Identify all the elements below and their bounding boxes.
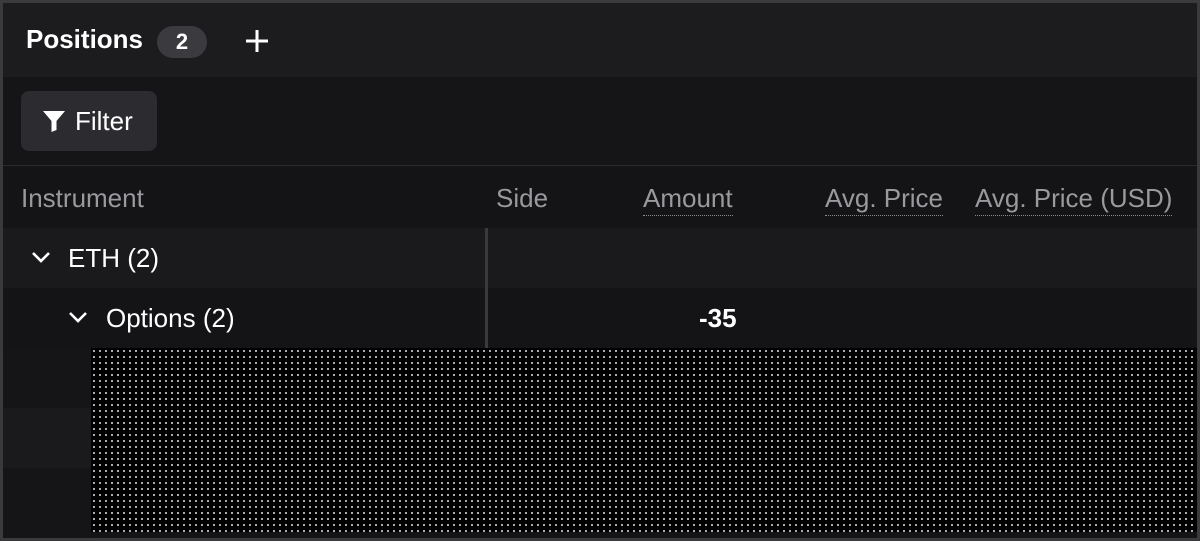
filter-button[interactable]: Filter [21,91,157,151]
row-stripe [3,348,91,408]
row-stripe [3,408,91,468]
column-amount[interactable]: Amount [643,183,733,216]
table-header: Instrument Side Amount Avg. Price Avg. P… [3,166,1197,228]
toolbar: Filter [3,77,1197,166]
chevron-down-icon[interactable] [66,309,90,325]
column-resize-handle[interactable] [485,228,488,348]
table-row-eth[interactable]: ETH (2) [3,228,1197,288]
column-avg-price[interactable]: Avg. Price [825,183,944,216]
redacted-area [91,348,1197,532]
row-stripe [3,468,91,528]
column-avg-price-usd[interactable]: Avg. Price (USD) [975,183,1173,216]
filter-label: Filter [75,105,133,136]
row-label-eth: ETH (2) [68,243,159,273]
options-amount: -35 [699,303,737,333]
panel-title: Positions [26,24,144,54]
positions-count-badge: 2 [157,26,207,58]
add-button[interactable] [239,23,275,59]
positions-panel: Positions 2 Filter Instrument Side Amoun… [0,0,1200,541]
chevron-down-icon[interactable] [29,249,53,265]
table-row-options[interactable]: Options (2) -35 [3,288,1197,348]
panel-header: Positions 2 [3,3,1197,77]
plus-icon [246,30,268,52]
column-instrument[interactable]: Instrument [21,183,144,214]
column-side[interactable]: Side [496,183,548,214]
hidden-rows-gutter [3,348,91,538]
row-label-options: Options (2) [106,303,235,333]
funnel-icon [43,111,65,132]
